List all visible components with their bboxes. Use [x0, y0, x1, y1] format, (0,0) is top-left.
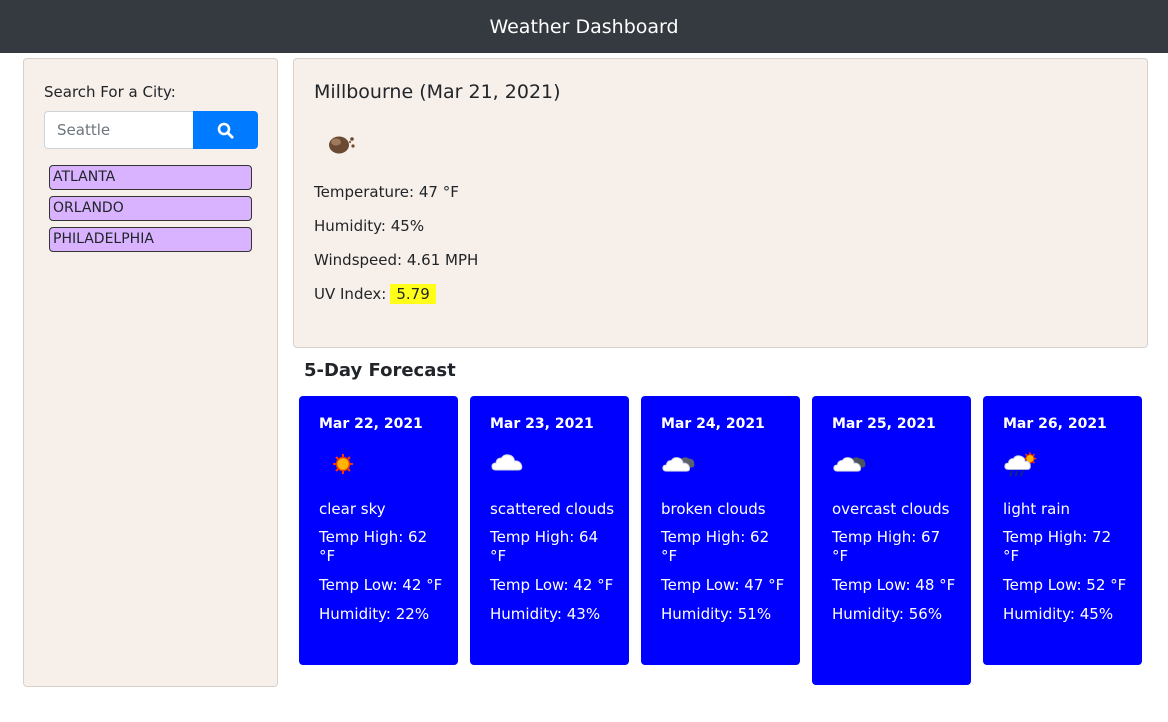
forecast-date: Mar 25, 2021 [832, 416, 936, 432]
forecast-card: Mar 24, 2021 broken clouds Temp High: 62… [641, 396, 800, 665]
forecast-humidity: Humidity: 56% [832, 605, 943, 623]
forecast-humidity: Humidity: 22% [319, 605, 430, 623]
search-history: ATLANTA ORLANDO PHILADELPHIA [49, 165, 252, 258]
overcast-clouds-icon [833, 457, 866, 472]
uv-index-badge: 5.79 [390, 284, 436, 304]
broken-clouds-icon [662, 457, 695, 472]
forecast-card: Mar 26, 2021 light rain Temp High: 72 °F… [983, 396, 1142, 665]
forecast-temp-low: Temp Low: 42 °F [490, 576, 614, 594]
current-weather-card: Millbourne (Mar 21, 2021) Temperature: 4… [293, 58, 1148, 348]
sun-icon [333, 454, 353, 474]
forecast-card: Mar 25, 2021 overcast clouds Temp High: … [812, 396, 971, 685]
current-humidity: Humidity: 45% [314, 217, 425, 235]
forecast-temp-low: Temp Low: 42 °F [319, 576, 443, 594]
history-item-atlanta[interactable]: ATLANTA [49, 165, 252, 190]
history-item-philadelphia[interactable]: PHILADELPHIA [49, 227, 252, 252]
navbar: Weather Dashboard [0, 0, 1168, 53]
current-city-title: Millbourne (Mar 21, 2021) [314, 81, 561, 103]
forecast-humidity: Humidity: 43% [490, 605, 601, 623]
forecast-card: Mar 22, 2021 clear sky Temp High: 62 °F … [299, 396, 458, 665]
uv-label: UV Index: [314, 285, 387, 303]
search-label: Search For a City: [44, 83, 176, 101]
forecast-temp-low: Temp Low: 47 °F [661, 576, 785, 594]
search-button[interactable] [193, 111, 258, 149]
forecast-temp-high: Temp High: 67 °F [832, 528, 941, 565]
forecast-stats: Temp High: 62 °F Temp Low: 47 °F Humidit… [661, 528, 786, 634]
forecast-stats: Temp High: 64 °F Temp Low: 42 °F Humidit… [490, 528, 615, 634]
forecast-date: Mar 22, 2021 [319, 416, 423, 432]
forecast-temp-low: Temp Low: 48 °F [832, 576, 956, 594]
page-title: Weather Dashboard [489, 15, 679, 38]
forecast-date: Mar 23, 2021 [490, 416, 594, 432]
forecast-temp-low: Temp Low: 52 °F [1003, 576, 1127, 594]
forecast-stats: Temp High: 72 °F Temp Low: 52 °F Humidit… [1003, 528, 1128, 634]
forecast-temp-high: Temp High: 62 °F [319, 528, 428, 565]
sidebar: Search For a City: ATLANTA ORLANDO PHILA… [23, 58, 278, 687]
forecast-temp-high: Temp High: 64 °F [490, 528, 599, 565]
forecast-temp-high: Temp High: 62 °F [661, 528, 770, 565]
forecast-description: clear sky [319, 500, 386, 518]
search-input[interactable] [44, 111, 193, 149]
forecast-description: overcast clouds [832, 500, 950, 518]
forecast-stats: Temp High: 67 °F Temp Low: 48 °F Humidit… [832, 528, 957, 634]
forecast-stats: Temp High: 62 °F Temp Low: 42 °F Humidit… [319, 528, 444, 634]
current-temperature: Temperature: 47 °F [314, 183, 459, 201]
forecast-date: Mar 24, 2021 [661, 416, 765, 432]
forecast-title: 5-Day Forecast [304, 360, 456, 381]
light-rain-icon [1004, 452, 1037, 477]
current-uv: UV Index: 5.79 [314, 284, 436, 304]
forecast-humidity: Humidity: 51% [661, 605, 772, 623]
forecast-description: light rain [1003, 500, 1071, 518]
forecast-card: Mar 23, 2021 scattered clouds Temp High:… [470, 396, 629, 665]
smoke-icon [329, 136, 355, 154]
forecast-temp-high: Temp High: 72 °F [1003, 528, 1112, 565]
cloud-icon [491, 454, 523, 471]
forecast-description: scattered clouds [490, 500, 615, 518]
forecast-description: broken clouds [661, 500, 766, 518]
history-item-orlando[interactable]: ORLANDO [49, 196, 252, 221]
forecast-humidity: Humidity: 45% [1003, 605, 1114, 623]
forecast-date: Mar 26, 2021 [1003, 416, 1107, 432]
search-group [44, 111, 258, 149]
search-icon [217, 122, 234, 139]
current-windspeed: Windspeed: 4.61 MPH [314, 251, 479, 269]
